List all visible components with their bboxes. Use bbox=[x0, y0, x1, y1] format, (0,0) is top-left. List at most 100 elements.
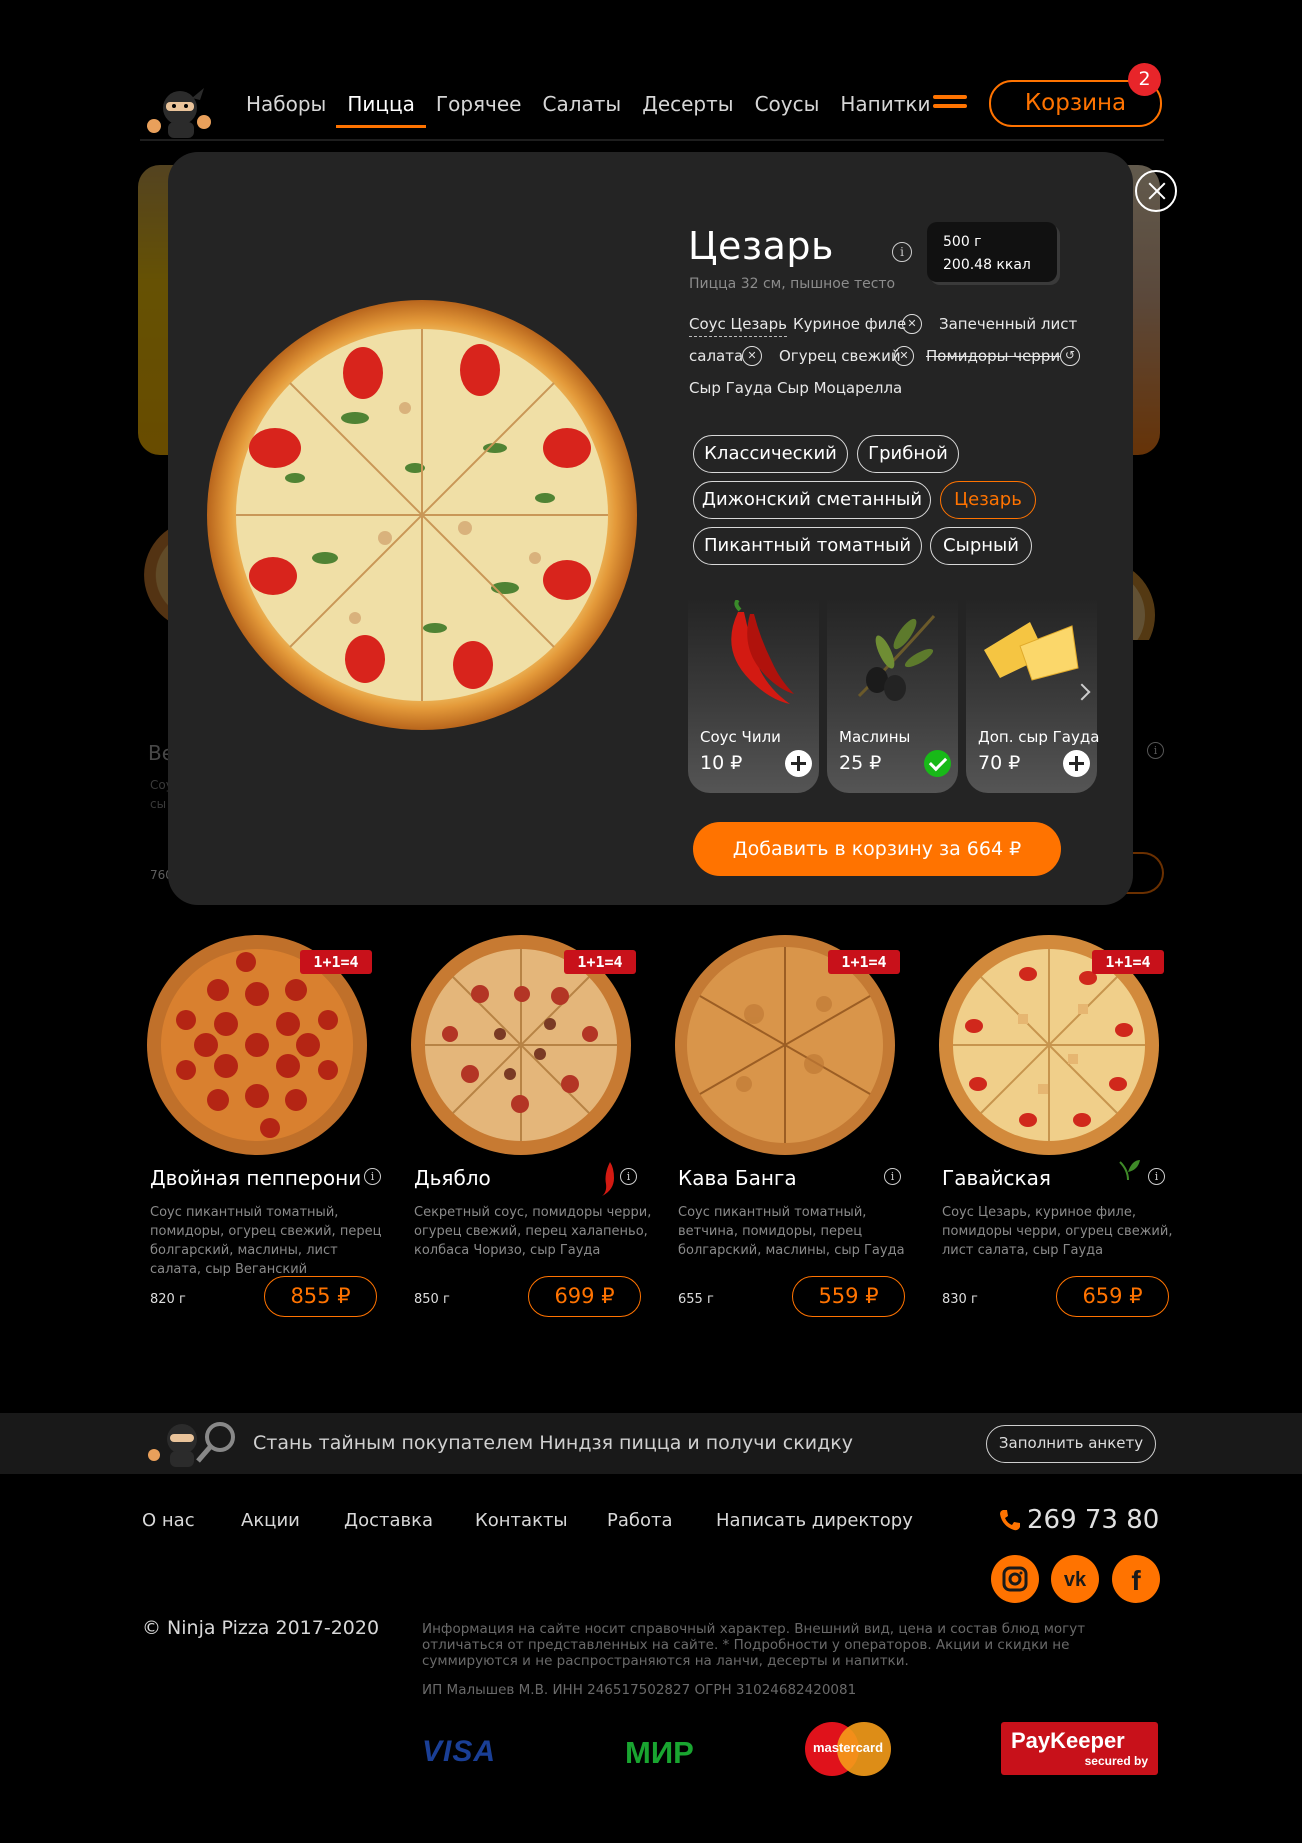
promo-badge: 1+1=4 bbox=[1092, 950, 1164, 974]
product-card[interactable]: 1+1=4 Дьябло i Секретный соус, помидоры … bbox=[404, 930, 651, 1320]
extra-card-olives[interactable]: Маслины 25 ₽ bbox=[827, 598, 958, 793]
product-title: Гавайская bbox=[942, 1166, 1051, 1190]
promo-badge: 1+1=4 bbox=[564, 950, 636, 974]
remove-ingredient-icon[interactable]: ✕ bbox=[742, 346, 762, 366]
product-card[interactable]: 1+1=4 Кава Банга i Соус пикантный томатн… bbox=[668, 930, 905, 1320]
info-icon[interactable]: i bbox=[884, 1168, 901, 1185]
nav-item-sauces[interactable]: Соусы bbox=[755, 92, 820, 128]
footer-link-about[interactable]: О нас bbox=[142, 1510, 195, 1531]
sauce-option-mushroom[interactable]: Грибной bbox=[857, 435, 959, 473]
product-description: Соус пикантный томатный, ветчина, помидо… bbox=[678, 1205, 905, 1258]
promo-badge: 1+1=4 bbox=[300, 950, 372, 974]
price-button[interactable]: 855 ₽ bbox=[264, 1276, 377, 1317]
extra-price: 25 ₽ bbox=[839, 752, 882, 774]
fill-survey-button[interactable]: Заполнить анкету bbox=[986, 1425, 1156, 1463]
info-icon[interactable]: i bbox=[1147, 742, 1164, 759]
extra-price: 10 ₽ bbox=[700, 752, 743, 774]
nutrition-calories: 200.48 ккал bbox=[943, 257, 1031, 273]
restore-ingredient-icon[interactable]: ↺ bbox=[1060, 346, 1080, 366]
add-extra-plus-icon[interactable] bbox=[1063, 750, 1090, 777]
ingredient-chicken: Куриное филе bbox=[793, 315, 907, 333]
product-weight: 820 г bbox=[150, 1292, 186, 1307]
add-extra-plus-icon[interactable] bbox=[785, 750, 812, 777]
remove-ingredient-icon[interactable]: ✕ bbox=[894, 346, 914, 366]
visa-logo: VISA bbox=[422, 1735, 497, 1768]
product-title: Цезарь bbox=[688, 224, 834, 268]
ingredient-gouda: Сыр Гауда bbox=[689, 379, 773, 397]
leaf-icon bbox=[1119, 1160, 1140, 1181]
mir-logo: МИР bbox=[625, 1735, 694, 1770]
nav-item-hot[interactable]: Горячее bbox=[436, 92, 522, 128]
ninja-magnifier-logo bbox=[148, 1422, 235, 1467]
ingredient-mozzarella: Сыр Моцарелла bbox=[777, 379, 903, 397]
product-description: Соус Цезарь, куриное филе, помидоры черр… bbox=[942, 1205, 1173, 1258]
chili-icon bbox=[731, 600, 794, 704]
pizza-caesar-image bbox=[207, 300, 637, 730]
ingredient-lettuce-cont: салата bbox=[689, 347, 744, 365]
footer-link-jobs[interactable]: Работа bbox=[607, 1510, 673, 1531]
product-title: Двойная пепперони bbox=[150, 1166, 362, 1190]
extra-name: Маслины bbox=[839, 728, 911, 746]
legal-requisites: ИП Малышев М.В. ИНН 246517502827 ОГРН 31… bbox=[422, 1682, 857, 1698]
sauce-option-caesar-selected[interactable]: Цезарь bbox=[940, 481, 1036, 519]
price-button[interactable]: 559 ₽ bbox=[792, 1276, 905, 1317]
phone-number[interactable]: 269 73 80 bbox=[1027, 1505, 1159, 1535]
extra-added-check-icon[interactable] bbox=[924, 750, 951, 777]
nav-item-pizza[interactable]: Пицца bbox=[336, 92, 426, 128]
olives-icon bbox=[857, 615, 936, 701]
info-icon[interactable]: i bbox=[1148, 1168, 1165, 1185]
promo-badge: 1+1=4 bbox=[828, 950, 900, 974]
mystery-shopper-bar: Стань тайным покупателем Ниндзя пицца и … bbox=[0, 1413, 1302, 1474]
svg-text:f: f bbox=[1131, 1565, 1141, 1596]
nav-item-salads[interactable]: Салаты bbox=[542, 92, 621, 128]
phone-icon bbox=[1000, 1510, 1020, 1531]
sauce-option-dijon[interactable]: Дижонский сметанный bbox=[693, 481, 931, 519]
mystery-shopper-text: Стань тайным покупателем Ниндзя пицца и … bbox=[253, 1432, 853, 1454]
sauce-option-cheese[interactable]: Сырный bbox=[930, 527, 1032, 565]
product-card[interactable]: 1+1=4 Гавайская i Соус Цезарь, куриное ф… bbox=[932, 930, 1172, 1320]
svg-text:vk: vk bbox=[1064, 1569, 1087, 1591]
instagram-icon[interactable] bbox=[991, 1555, 1039, 1603]
footer-link-promos[interactable]: Акции bbox=[241, 1510, 300, 1531]
add-to-cart-button[interactable]: Добавить в корзину за 664 ₽ bbox=[693, 822, 1061, 876]
product-card[interactable]: 1+1=4 Двойная пепперони i Соус пикантный… bbox=[140, 930, 381, 1320]
ingredient-cherry-tomato-removed: Помидоры черри bbox=[926, 347, 1061, 365]
product-weight: 830 г bbox=[942, 1292, 978, 1307]
extra-card-chili[interactable]: Соус Чили 10 ₽ bbox=[688, 598, 819, 793]
footer-link-delivery[interactable]: Доставка bbox=[344, 1510, 433, 1531]
ingredient-lettuce: Запеченный лист bbox=[939, 315, 1078, 333]
facebook-icon[interactable]: f bbox=[1112, 1555, 1160, 1603]
paykeeper-logo: PayKeeper secured by bbox=[1001, 1722, 1158, 1775]
footer-link-contacts[interactable]: Контакты bbox=[475, 1510, 568, 1531]
product-weight: 850 г bbox=[414, 1292, 450, 1307]
cart-count-badge: 2 bbox=[1128, 63, 1161, 96]
sauce-option-spicy-tomato[interactable]: Пикантный томатный bbox=[693, 527, 922, 565]
remove-ingredient-icon[interactable]: ✕ bbox=[902, 314, 922, 334]
product-weight: 655 г bbox=[678, 1292, 714, 1307]
ninja-logo[interactable] bbox=[140, 82, 216, 140]
footer-link-write-director[interactable]: Написать директору bbox=[716, 1510, 913, 1531]
sauce-option-classic[interactable]: Классический bbox=[693, 435, 848, 473]
price-button[interactable]: 659 ₽ bbox=[1056, 1276, 1169, 1317]
product-description: Секретный соус, помидоры черри, огурец с… bbox=[414, 1205, 652, 1258]
partial-card-desc-2: сы bbox=[150, 797, 167, 811]
header-divider bbox=[140, 139, 1164, 141]
product-title: Дьябло bbox=[414, 1166, 491, 1190]
price-button[interactable]: 699 ₽ bbox=[528, 1276, 641, 1317]
nutrition-weight: 500 г bbox=[943, 234, 982, 250]
info-icon[interactable]: i bbox=[364, 1168, 381, 1185]
menu-burger-icon[interactable] bbox=[933, 95, 967, 115]
extra-name: Соус Чили bbox=[700, 728, 781, 746]
info-icon[interactable]: i bbox=[620, 1168, 637, 1185]
copyright: © Ninja Pizza 2017-2020 bbox=[142, 1617, 380, 1639]
nav-item-sets[interactable]: Наборы bbox=[246, 92, 326, 128]
nutrition-info-icon[interactable]: i bbox=[892, 242, 912, 262]
vk-icon[interactable]: vk bbox=[1051, 1555, 1099, 1603]
mastercard-logo: mastercard bbox=[802, 1722, 894, 1776]
ingredient-cucumber: Огурец свежий bbox=[779, 347, 901, 365]
ingredient-sauce[interactable]: Соус Цезарь bbox=[689, 315, 787, 337]
close-icon[interactable] bbox=[1135, 170, 1177, 212]
product-subtitle: Пицца 32 см, пышное тесто bbox=[689, 276, 896, 292]
nav-item-desserts[interactable]: Десерты bbox=[642, 92, 733, 128]
nav-item-drinks[interactable]: Напитки bbox=[840, 92, 930, 128]
